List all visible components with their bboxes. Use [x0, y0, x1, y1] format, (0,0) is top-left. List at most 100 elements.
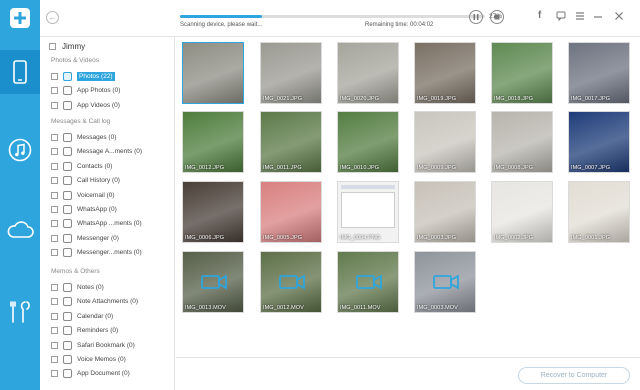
category-checkbox[interactable]: [51, 234, 58, 242]
sidebar-category-item[interactable]: Contacts (0): [51, 160, 173, 173]
sidebar-category-item[interactable]: Messenger...ments (0): [51, 246, 173, 259]
sidebar-category-item[interactable]: Note Attachments (0): [51, 295, 173, 308]
file-name: IMG_0009.JPG: [417, 165, 457, 171]
file-name: IMG_0011.JPG: [263, 165, 302, 171]
sidebar-category-item[interactable]: Voicemail (0): [51, 189, 173, 202]
photo-thumbnail[interactable]: IMG_0010.JPG: [337, 111, 399, 173]
thumbnail-image: [261, 182, 321, 242]
category-checkbox[interactable]: [51, 298, 58, 306]
category-icon: [63, 326, 72, 336]
thumbnail-image: [261, 112, 321, 172]
photo-thumbnail[interactable]: IMG_0017.JPG: [568, 42, 630, 104]
category-icon: [63, 311, 72, 321]
sidebar-category-item[interactable]: WhatsApp ...ments (0): [51, 217, 173, 230]
photo-thumbnail[interactable]: IMG_0007.JPG: [568, 111, 630, 173]
category-icon: [63, 133, 72, 142]
video-thumbnail[interactable]: IMG_0013.MOV: [182, 251, 244, 313]
back-arrow-icon[interactable]: ←: [46, 11, 59, 24]
rail-toolkit-tab[interactable]: [0, 290, 40, 334]
photo-thumbnail[interactable]: IMG_0003.JPG: [414, 181, 476, 243]
sidebar-category-item[interactable]: App Document (0): [51, 367, 173, 380]
sidebar-category-item[interactable]: Calendar (0): [51, 310, 173, 323]
photo-thumbnail[interactable]: IMG_0009.JPG: [414, 111, 476, 173]
sidebar-category-item[interactable]: Messages (0): [51, 131, 173, 144]
sidebar-category-item[interactable]: WhatsApp (0): [51, 203, 173, 216]
feedback-icon[interactable]: [556, 11, 566, 24]
recover-to-computer-button[interactable]: Recover to Computer: [518, 367, 630, 384]
category-checkbox[interactable]: [51, 341, 58, 349]
category-checkbox[interactable]: [51, 87, 58, 95]
category-label: Messenger...ments (0): [77, 249, 142, 257]
sidebar-category-item[interactable]: Notes (0): [51, 281, 173, 294]
photo-thumbnail[interactable]: IMG_0006.JPG: [182, 181, 244, 243]
photo-thumbnail[interactable]: IMG_0005.JPG: [260, 181, 322, 243]
category-icon: [63, 340, 72, 350]
photo-thumbnail[interactable]: IMG_0011.JPG: [260, 111, 322, 173]
category-checkbox[interactable]: [51, 177, 58, 185]
video-thumbnail[interactable]: IMG_0012.MOV: [260, 251, 322, 313]
menu-icon[interactable]: [575, 11, 585, 24]
sidebar-category-item[interactable]: Reminders (0): [51, 324, 173, 337]
category-label: WhatsApp (0): [77, 206, 117, 213]
video-camera-icon: [433, 274, 459, 290]
category-icon: [63, 283, 72, 292]
video-camera-icon: [279, 274, 305, 290]
category-icon: [63, 355, 72, 364]
photo-thumbnail[interactable]: IMG_0019.JPG: [414, 42, 476, 104]
category-label: Notes (0): [77, 284, 104, 291]
sidebar-category-item[interactable]: App Videos (0): [51, 99, 173, 112]
app-logo-icon: [9, 7, 31, 29]
thumbnail-image: [183, 182, 243, 242]
window-minimize-icon[interactable]: [593, 11, 603, 24]
category-checkbox[interactable]: [51, 356, 58, 363]
category-label: Contacts (0): [77, 162, 113, 170]
rail-icloud-tab[interactable]: [0, 208, 40, 252]
category-checkbox[interactable]: [51, 370, 58, 378]
sidebar-category-item[interactable]: Messenger (0): [51, 232, 173, 245]
photo-thumbnail[interactable]: [182, 42, 244, 104]
file-name: IMG_0017.JPG: [571, 96, 611, 102]
sidebar-category-item[interactable]: Call History (0): [51, 174, 173, 187]
stop-icon[interactable]: [490, 10, 504, 24]
photo-thumbnail[interactable]: IMG_0018.JPG: [491, 42, 553, 104]
facebook-icon[interactable]: f: [538, 11, 541, 21]
left-rail: [0, 0, 40, 390]
category-checkbox[interactable]: [51, 249, 58, 257]
photo-thumbnail[interactable]: IMG_0001.JPG: [568, 181, 630, 243]
photo-thumbnail[interactable]: IMG_0020.JPG: [337, 42, 399, 104]
category-checkbox[interactable]: [51, 134, 58, 141]
sidebar-category-item[interactable]: App Photos (0): [51, 84, 173, 97]
rail-itunes-tab[interactable]: [0, 128, 40, 172]
device-owner-row[interactable]: Jimmy: [49, 42, 85, 51]
sidebar-section-title: Messages & Call log: [51, 118, 111, 125]
photo-thumbnail[interactable]: IMG_0008.JPG: [491, 111, 553, 173]
category-checkbox[interactable]: [51, 101, 58, 109]
category-checkbox[interactable]: [51, 220, 58, 228]
thumbnail-image: [569, 182, 629, 242]
category-checkbox[interactable]: [51, 73, 58, 80]
category-checkbox[interactable]: [51, 206, 58, 213]
category-checkbox[interactable]: [51, 191, 58, 199]
photo-thumbnail[interactable]: IMG_0004.PNG: [337, 181, 399, 243]
category-label: Calendar (0): [77, 312, 114, 320]
thumbnail-image: [183, 43, 243, 103]
sidebar-category-item[interactable]: Voice Memos (0): [51, 353, 173, 366]
close-icon[interactable]: [614, 11, 624, 24]
sidebar-category-item[interactable]: Photos (22): [51, 70, 173, 83]
sidebar-category-item[interactable]: Safari Bookmark (0): [51, 339, 173, 352]
file-name: IMG_0005.JPG: [263, 235, 303, 241]
rail-device-tab[interactable]: [0, 50, 40, 94]
photo-thumbnail[interactable]: IMG_0012.JPG: [182, 111, 244, 173]
category-checkbox[interactable]: [51, 162, 58, 170]
sidebar-category-item[interactable]: Message A...ments (0): [51, 145, 173, 158]
photo-thumbnail[interactable]: IMG_0021.JPG: [260, 42, 322, 104]
owner-checkbox[interactable]: [49, 43, 56, 50]
pause-icon[interactable]: [469, 10, 483, 24]
video-thumbnail[interactable]: IMG_0003.MOV: [414, 251, 476, 313]
category-checkbox[interactable]: [51, 148, 58, 156]
category-checkbox[interactable]: [51, 284, 58, 291]
category-checkbox[interactable]: [51, 327, 58, 335]
video-thumbnail[interactable]: IMG_0011.MOV: [337, 251, 399, 313]
photo-thumbnail[interactable]: IMG_0002.JPG: [491, 181, 553, 243]
category-checkbox[interactable]: [51, 312, 58, 320]
